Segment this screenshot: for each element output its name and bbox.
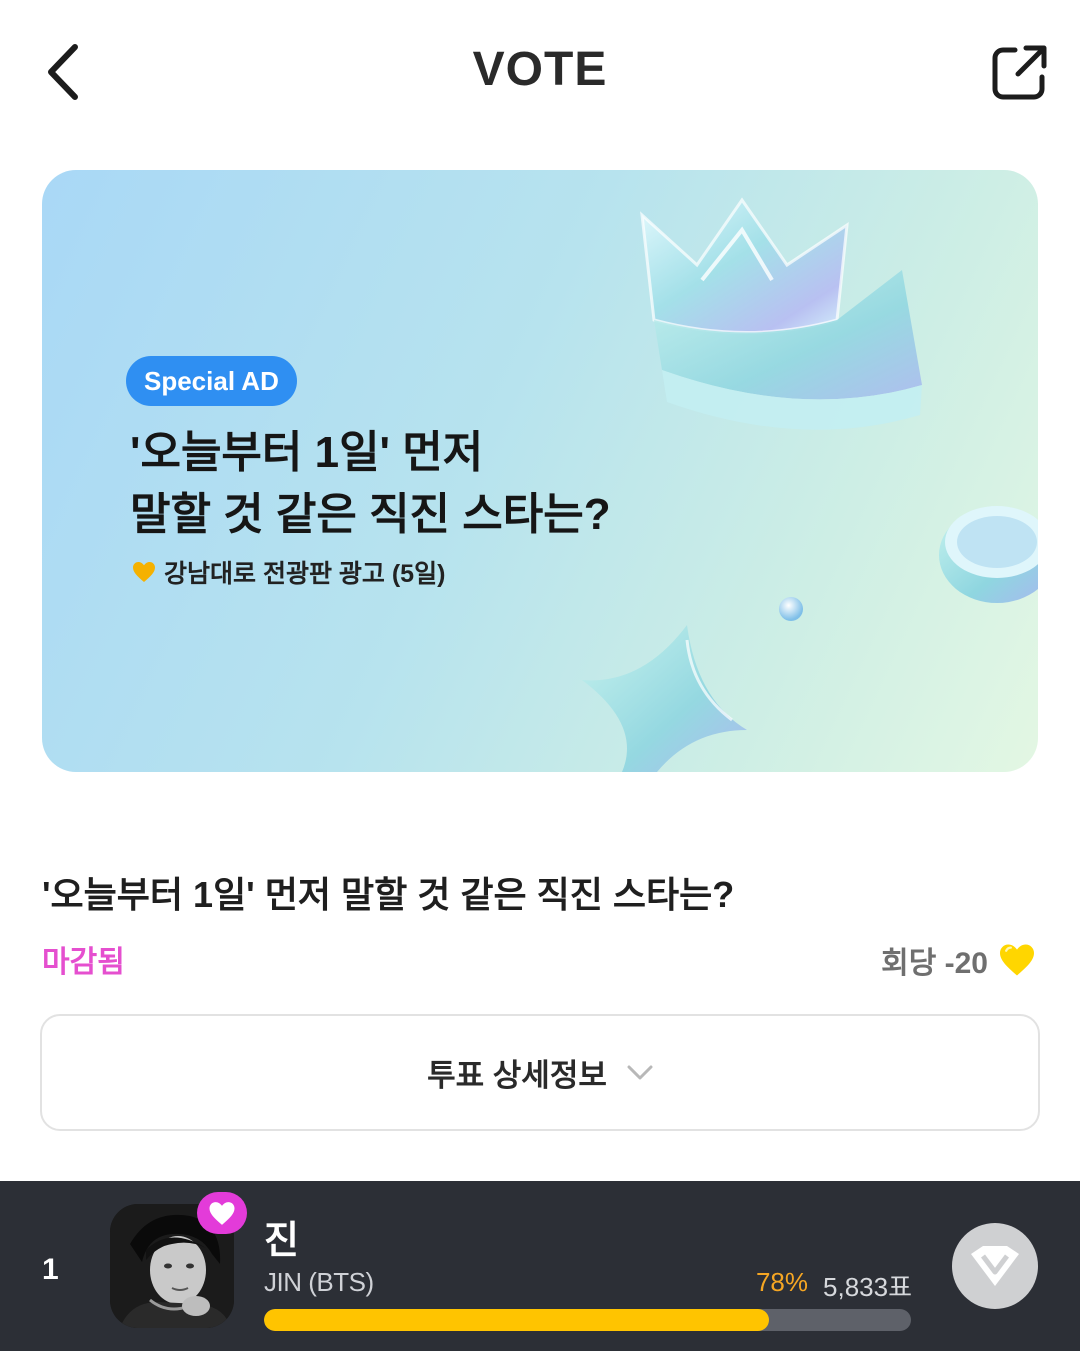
favorite-badge (197, 1192, 247, 1234)
ring-illustration (939, 506, 1038, 603)
vote-details-button[interactable]: 투표 상세정보 (40, 1014, 1040, 1131)
heart-icon (209, 1201, 235, 1225)
top-bar: VOTE (0, 0, 1080, 140)
crown-illustration (640, 197, 922, 430)
vote-count: 5,833표 (823, 1272, 912, 1302)
vote-progress-fill (264, 1309, 769, 1331)
vote-title: '오늘부터 1일' 먼저 말할 것 같은 직진 스타는? (42, 874, 735, 915)
share-button[interactable] (990, 40, 1050, 104)
share-external-icon (992, 45, 1047, 100)
heart-icon (1000, 944, 1034, 976)
vote-button[interactable] (952, 1223, 1038, 1309)
rank-number: 1 (42, 1253, 59, 1286)
promo-banner[interactable]: Special AD '오늘부터 1일' 먼저 말할 것 같은 직진 스타는? … (42, 170, 1038, 772)
banner-reward-text: 강남대로 전광판 광고 (5일) (164, 560, 446, 588)
banner-headline-line2: 말할 것 같은 직진 스타는? (130, 490, 611, 539)
vote-progress-bar (264, 1309, 911, 1331)
vote-percent: 78% (755, 1267, 808, 1297)
star-illustration (582, 625, 747, 772)
heart-icon (133, 562, 155, 582)
page-title: VOTE (472, 43, 608, 96)
vote-details-label: 투표 상세정보 (427, 1058, 607, 1093)
banner-reward: 강남대로 전광판 광고 (5일) (132, 554, 445, 590)
special-ad-badge: Special AD (126, 356, 297, 406)
vote-cost-text: 회당 -20 (881, 947, 988, 980)
status-badge: 마감됨 (42, 946, 125, 979)
banner-headline-line1: '오늘부터 1일' 먼저 (130, 428, 484, 477)
vote-cost: 회당 -20 (881, 938, 1036, 982)
chevron-down-icon (627, 1065, 653, 1079)
ranking-row[interactable]: 1 진 JIN (BTS) 78% 5,833표 (0, 1181, 1080, 1351)
banner-headline: '오늘부터 1일' 먼저 말할 것 같은 직진 스타는? (130, 422, 770, 546)
candidate-subname: JIN (BTS) (264, 1267, 374, 1297)
vote-logo-icon (971, 1246, 1019, 1286)
candidate-name: 진 (264, 1220, 299, 1262)
